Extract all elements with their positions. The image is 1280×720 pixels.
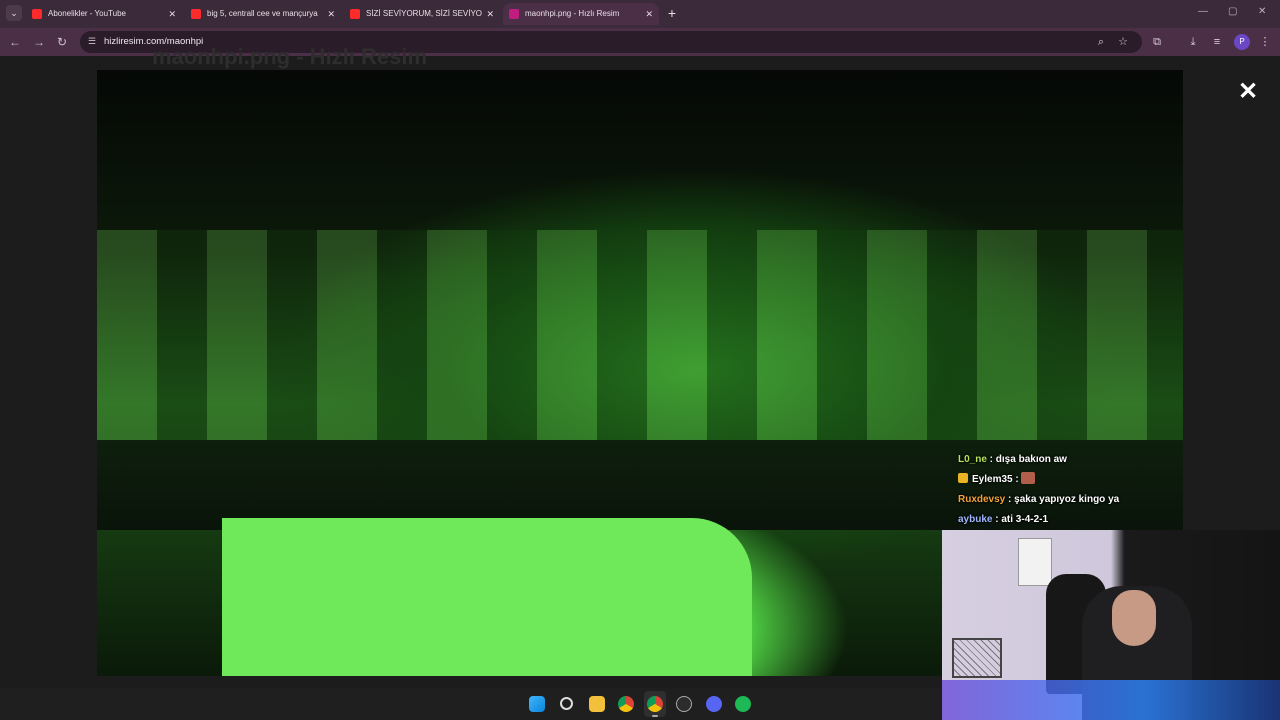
wall-poster — [1018, 538, 1052, 586]
menu-kebab-icon[interactable]: ⋮ — [1258, 35, 1272, 49]
close-tab-icon[interactable]: ✕ — [327, 3, 335, 25]
youtube-icon — [32, 9, 42, 19]
page-title: maonhpi.png - Hızlı Resim — [152, 44, 428, 69]
chat-user: aybuke — [958, 514, 993, 525]
discord-icon[interactable] — [706, 696, 722, 712]
search-icon[interactable] — [560, 697, 573, 710]
active-indicator — [652, 715, 658, 717]
reading-list-icon[interactable]: ≡ — [1210, 35, 1224, 49]
stream-chat-overlay: L0_ne : dışa bakıon aw Eylem35 : Ruxdevs… — [958, 450, 1188, 530]
file-explorer-icon[interactable] — [589, 696, 605, 712]
chat-sep: : — [1005, 494, 1015, 505]
chat-user: Ruxdevsy — [958, 494, 1006, 505]
tab-search-button[interactable]: ⌄ — [6, 5, 22, 21]
close-window-icon[interactable]: ✕ — [1258, 6, 1266, 17]
tab-abonelikler[interactable]: Abonelikler - YouTube ✕ — [26, 3, 182, 25]
chat-message: Eylem35 : — [958, 470, 1188, 490]
maximize-icon[interactable]: ▢ — [1228, 6, 1237, 17]
led-strip — [942, 680, 1280, 720]
chrome-icon[interactable] — [618, 696, 634, 712]
windows-start-icon[interactable] — [529, 696, 545, 712]
room-basket — [952, 638, 1002, 678]
chat-message: L0_ne : dışa bakıon aw — [958, 450, 1188, 470]
tab-maonhpi[interactable]: maonhpi.png - Hızlı Resim ✕ — [503, 3, 659, 25]
chat-message: Ruxdevsy : şaka yapıyoz kingo ya — [958, 490, 1188, 510]
close-tab-icon[interactable]: ✕ — [168, 3, 176, 25]
chat-user: Eylem35 — [972, 474, 1013, 485]
zoom-icon[interactable]: ⌕ — [1094, 35, 1108, 49]
tab-sizi-seviyorum[interactable]: SİZİ SEVİYORUM, SİZİ SEVİYORUM ✕ — [344, 3, 500, 25]
chat-sep: : — [986, 454, 996, 465]
site-info-icon[interactable]: ☰ — [88, 36, 100, 48]
tab-title: SİZİ SEVİYORUM, SİZİ SEVİYORUM — [366, 9, 482, 18]
chat-text: şaka yapıyoz kingo ya — [1014, 494, 1120, 505]
youtube-icon — [350, 9, 360, 19]
tab-title: big 5, centrall cee ve mançurya — [207, 9, 318, 18]
chat-sep: : — [1012, 474, 1022, 485]
tab-big5[interactable]: big 5, centrall cee ve mançurya ✕ — [185, 3, 341, 25]
hizliresim-icon — [509, 9, 519, 19]
image-crowd — [97, 230, 1183, 460]
tab-title: Abonelikler - YouTube — [48, 9, 126, 18]
youtube-icon — [191, 9, 201, 19]
new-tab-button[interactable]: + — [664, 5, 680, 21]
profile-avatar[interactable]: P — [1234, 34, 1250, 50]
streamer-face — [1112, 590, 1156, 646]
chat-text: ati 3-4-2-1 — [1001, 514, 1049, 525]
bookmark-star-icon[interactable]: ☆ — [1116, 35, 1130, 49]
spotify-icon[interactable] — [735, 696, 751, 712]
chat-user: L0_ne — [958, 454, 987, 465]
extensions-icon[interactable]: ⧉ — [1150, 35, 1164, 49]
tab-strip: ⌄ Abonelikler - YouTube ✕ big 5, central… — [0, 0, 1280, 28]
webcam-overlay — [942, 530, 1280, 720]
windows-taskbar — [0, 688, 942, 720]
tab-title: maonhpi.png - Hızlı Resim — [525, 9, 620, 18]
emote-icon — [1021, 472, 1036, 484]
reload-icon[interactable]: ↻ — [57, 34, 67, 50]
back-icon[interactable]: ← — [9, 34, 21, 50]
close-tab-icon[interactable]: ✕ — [486, 3, 494, 25]
chat-message: aybuke : ati 3-4-2-1 — [958, 510, 1188, 530]
subscriber-badge-icon — [958, 473, 968, 483]
minimize-icon[interactable]: — — [1198, 6, 1208, 17]
forward-icon[interactable]: → — [33, 34, 45, 50]
image-screen — [222, 518, 752, 676]
download-icon[interactable]: ⤓ — [1186, 35, 1200, 49]
close-viewer-icon[interactable]: ✕ — [1236, 80, 1260, 104]
close-tab-icon[interactable]: ✕ — [645, 3, 653, 25]
chat-text: dışa bakıon aw — [995, 454, 1067, 465]
chrome-active-icon[interactable] — [647, 696, 663, 712]
app-icon[interactable] — [676, 696, 692, 712]
